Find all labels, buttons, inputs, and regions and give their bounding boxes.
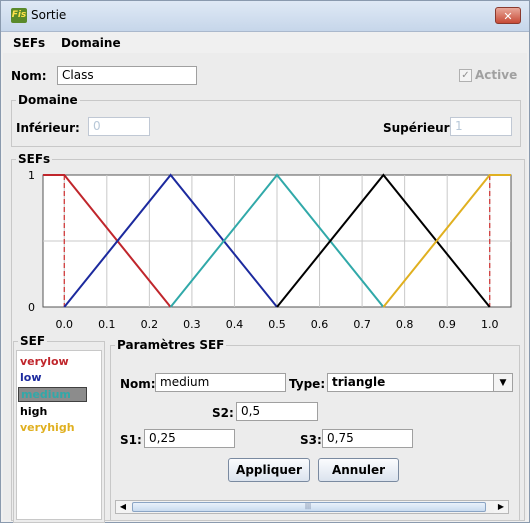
- s3-field[interactable]: 0,75: [322, 429, 413, 448]
- y-tick-label: 1: [28, 169, 35, 182]
- x-tick-label: 0.9: [438, 318, 456, 331]
- scroll-grip-icon: |||: [305, 503, 312, 510]
- scrollbar-thumb[interactable]: |||: [132, 502, 486, 512]
- x-tick-label: 0.5: [268, 318, 286, 331]
- y-tick-label: 0: [28, 301, 35, 314]
- sef-listbox[interactable]: verylow low medium high veryhigh: [16, 350, 102, 520]
- type-value: triangle: [332, 375, 386, 389]
- x-tick-label: 0.8: [396, 318, 414, 331]
- s2-field[interactable]: 0,5: [236, 402, 318, 421]
- x-tick-label: 0.2: [141, 318, 159, 331]
- scroll-right-icon[interactable]: ▶: [494, 501, 508, 513]
- x-tick-label: 0.1: [98, 318, 116, 331]
- x-tick-label: 1.0: [481, 318, 499, 331]
- sef-item-high[interactable]: high: [20, 405, 47, 419]
- cancel-button[interactable]: Annuler: [318, 458, 399, 482]
- scroll-left-icon[interactable]: ◀: [116, 501, 130, 513]
- sef-list-group: SEF verylow low medium high veryhigh: [13, 334, 105, 523]
- membership-functions-chart: 0.0 0.1 0.2 0.3 0.4 0.5 0.6 0.7 0.8 0.9 1.0 1 0: [28, 169, 512, 331]
- s3-label: S3:: [300, 433, 322, 447]
- params-group: Paramètres SEF Nom: medium Type: triangl…: [110, 338, 520, 521]
- x-tick-label: 0.7: [353, 318, 371, 331]
- sef-item-veryhigh[interactable]: veryhigh: [20, 421, 75, 435]
- x-tick-label: 0.0: [56, 318, 74, 331]
- sef-item-low[interactable]: low: [20, 371, 42, 385]
- sef-name-label: Nom:: [120, 377, 156, 391]
- x-tick-label: 0.4: [226, 318, 244, 331]
- sef-item-medium[interactable]: medium: [18, 387, 87, 402]
- sef-name-field[interactable]: medium: [155, 373, 286, 392]
- s1-field[interactable]: 0,25: [144, 429, 235, 448]
- chevron-down-icon[interactable]: ▼: [493, 374, 512, 391]
- x-tick-label: 0.3: [183, 318, 201, 331]
- params-group-title: Paramètres SEF: [115, 338, 227, 352]
- s1-label: S1:: [120, 433, 142, 447]
- sortie-window: Fis Sortie ✕ SEFs Domaine Nom: Class ✓ A…: [0, 0, 530, 523]
- horizontal-scrollbar[interactable]: ◀ ||| ▶: [115, 500, 509, 514]
- s2-label: S2:: [212, 406, 234, 420]
- x-tick-label: 0.6: [311, 318, 329, 331]
- type-label: Type:: [289, 377, 326, 391]
- sef-list-title: SEF: [18, 334, 48, 348]
- apply-button[interactable]: Appliquer: [228, 458, 310, 482]
- sef-item-verylow[interactable]: verylow: [20, 355, 69, 369]
- type-select[interactable]: triangle ▼: [327, 373, 513, 392]
